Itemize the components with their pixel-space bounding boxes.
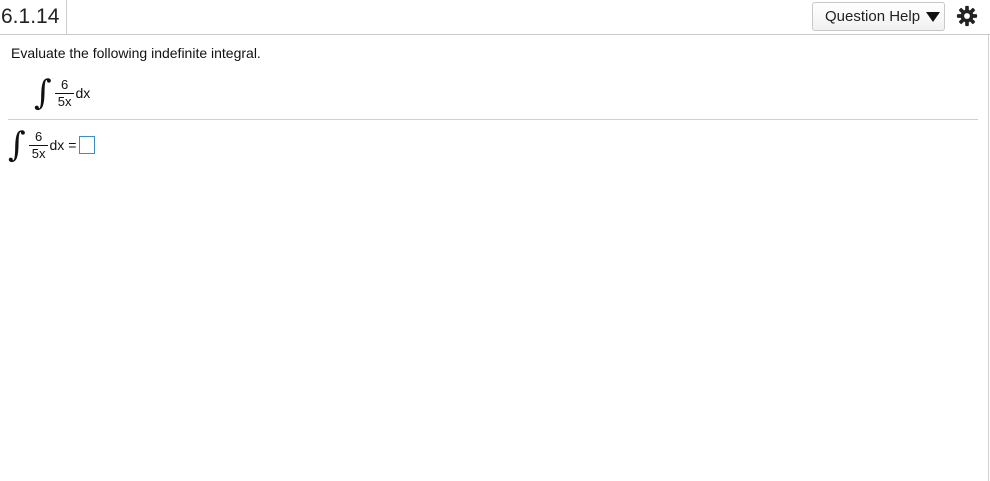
caret-down-icon [926, 11, 941, 22]
fraction-denominator: 5x [31, 145, 46, 161]
section-divider [8, 119, 978, 120]
fraction-denominator: 5x [57, 93, 72, 109]
fraction-numerator: 6 [34, 128, 43, 144]
answer-input[interactable] [79, 136, 96, 154]
question-number: 6.1.14 [0, 0, 67, 34]
equals-sign: = [68, 137, 77, 153]
differential: dx [49, 137, 65, 153]
differential: dx [75, 85, 91, 101]
right-border [988, 35, 989, 481]
question-help-label: Question Help [825, 8, 921, 25]
gear-icon[interactable] [956, 5, 978, 27]
fraction-numerator: 6 [60, 76, 69, 92]
integrand-fraction: 6 5x [54, 76, 75, 109]
question-header: 6.1.14 Question Help [0, 0, 990, 35]
question-help-button[interactable]: Question Help [812, 2, 945, 31]
integral-sign: ∫ [8, 125, 26, 165]
question-prompt: Evaluate the following indefinite integr… [11, 45, 261, 61]
answer-row: ∫ 6 5x dx = [8, 125, 96, 165]
given-integral: ∫ 6 5x dx [34, 76, 90, 110]
integrand-fraction: 6 5x [28, 128, 49, 161]
integral-sign: ∫ [34, 73, 52, 113]
